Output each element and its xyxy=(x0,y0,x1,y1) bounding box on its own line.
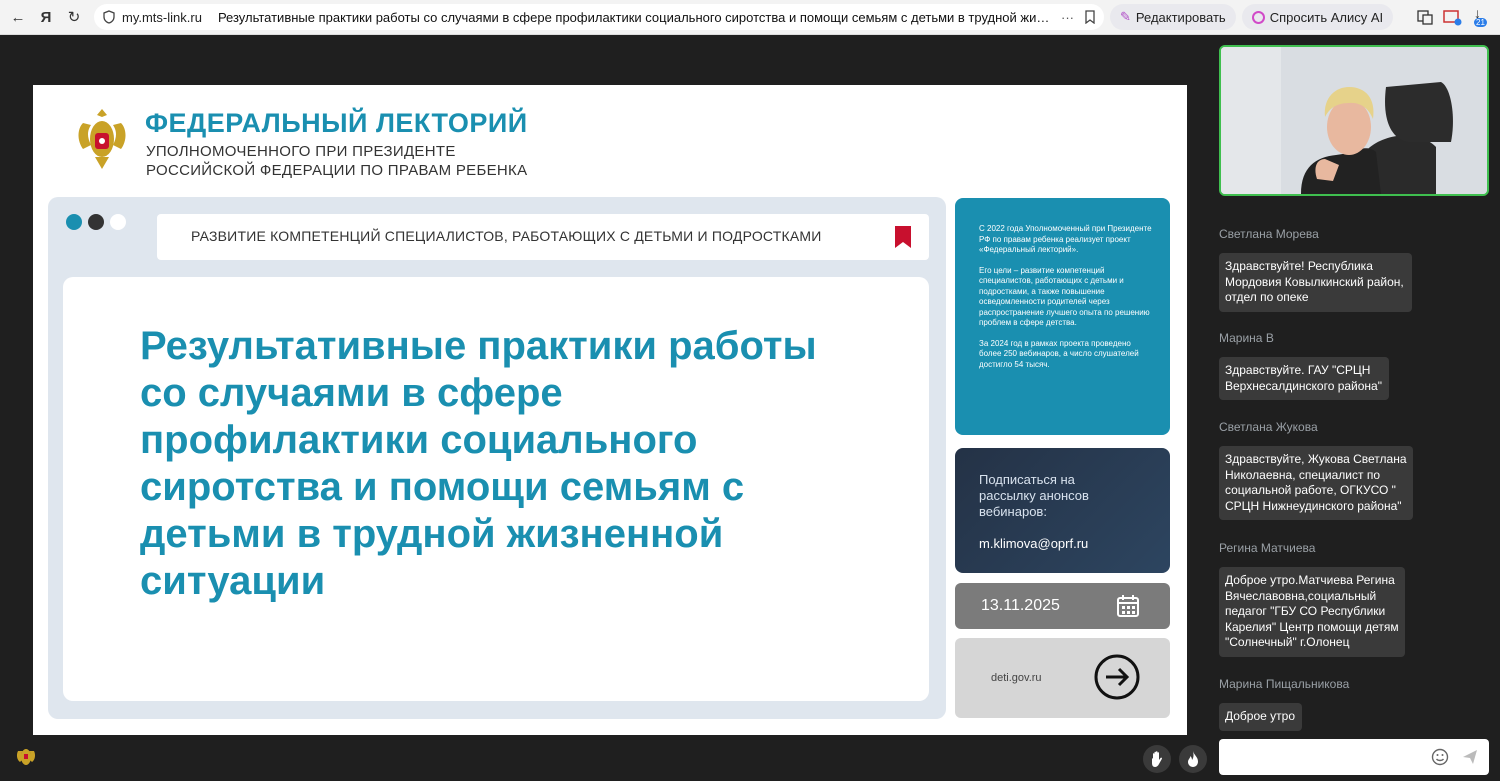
brand-title: ФЕДЕРАЛЬНЫЙ ЛЕКТОРИЙ xyxy=(145,108,528,138)
edit-button[interactable]: ✎ Редактировать xyxy=(1110,4,1236,30)
info-paragraph-2: Его цели – развитие компетенций специали… xyxy=(979,265,1150,328)
brand-subtitle-line-1: УПОЛНОМОЧЕННОГО ПРИ ПРЕЗИДЕНТЕ xyxy=(146,143,456,160)
bookmark-outline-icon[interactable] xyxy=(1084,10,1096,24)
downloads-button[interactable]: ↓ 21 xyxy=(1470,5,1490,29)
page-title: Результативные практики работы со случая… xyxy=(217,9,1051,25)
edit-label: Редактировать xyxy=(1135,9,1226,25)
ask-alice-button[interactable]: Спросить Алису AI xyxy=(1241,4,1394,30)
topic-bar: РАЗВИТИЕ КОМПЕТЕНЦИЙ СПЕЦИАЛИСТОВ, РАБОТ… xyxy=(157,214,929,260)
shield-icon xyxy=(103,10,115,24)
bookmark-icon xyxy=(895,226,911,248)
chat-message: Доброе утро.Матчиева Регина Вячеславовна… xyxy=(1219,567,1405,657)
topic-text: РАЗВИТИЕ КОМПЕТЕНЦИЙ СПЕЦИАЛИСТОВ, РАБОТ… xyxy=(191,228,822,244)
url-domain: my.mts-link.ru xyxy=(122,9,202,25)
chat-message: Здравствуйте, Жукова Светлана Николаевна… xyxy=(1219,446,1413,520)
chat-message: Доброе утро xyxy=(1219,703,1302,731)
chat-author: Светлана Морева xyxy=(1219,227,1319,241)
coat-of-arms-icon xyxy=(78,109,126,169)
blue-dot xyxy=(66,214,82,230)
site-card: deti.gov.ru xyxy=(955,638,1170,718)
slide-headline: Результативные практики работы со случая… xyxy=(140,324,817,603)
reload-icon[interactable]: ↻ xyxy=(60,3,88,31)
subscribe-text: Подписаться на рассылку анонсов вебинаро… xyxy=(979,472,1089,519)
site-text: deti.gov.ru xyxy=(991,672,1042,684)
brand-subtitle-line-2: РОССИЙСКОЙ ФЕДЕРАЦИИ ПО ПРАВАМ РЕБЕНКА xyxy=(146,162,528,179)
reactions-button[interactable] xyxy=(1179,745,1207,773)
chat-author: Светлана Жукова xyxy=(1219,420,1318,434)
browser-toolbar: ← Я ↻ my.mts-link.ru Результативные прак… xyxy=(0,0,1500,35)
brand-subtitle: УПОЛНОМОЧЕННОГО ПРИ ПРЕЗИДЕНТЕ РОССИЙСКО… xyxy=(146,142,527,180)
speaker-video-frame xyxy=(1221,47,1487,194)
date-card: 13.11.2025 xyxy=(955,583,1170,629)
content-card: Результативные практики работы со случая… xyxy=(63,277,929,701)
address-bar[interactable]: my.mts-link.ru Результативные практики р… xyxy=(94,4,1104,30)
arrow-right-circle-icon xyxy=(1094,654,1140,700)
more-icon[interactable]: ··· xyxy=(1061,10,1074,25)
chat-author: Регина Матчиева xyxy=(1219,541,1316,555)
alice-icon xyxy=(1251,10,1265,24)
dark-dot xyxy=(88,214,104,230)
emoji-icon[interactable] xyxy=(1431,748,1449,766)
chat-message: Здравствуйте! Республика Мордовия Ковылк… xyxy=(1219,253,1412,312)
info-card: С 2022 года Уполномоченный при Президент… xyxy=(955,198,1170,435)
speaker-video[interactable] xyxy=(1219,45,1489,196)
pencil-icon: ✎ xyxy=(1120,9,1131,24)
fire-icon xyxy=(1188,751,1198,767)
alice-label: Спросить Алису AI xyxy=(1269,9,1384,25)
emblem-icon xyxy=(16,749,36,765)
yandex-icon[interactable]: Я xyxy=(32,3,60,31)
date-text: 13.11.2025 xyxy=(981,597,1060,614)
chat-message: Здравствуйте. ГАУ "СРЦН Верхнесалдинског… xyxy=(1219,357,1389,400)
chat-author: Марина Пищальникова xyxy=(1219,677,1350,691)
subscribe-card: Подписаться на рассылку анонсов вебинаро… xyxy=(955,448,1170,573)
info-paragraph-1: С 2022 года Уполномоченный при Президент… xyxy=(979,224,1152,254)
mail-icon[interactable] xyxy=(1442,8,1462,26)
raise-hand-button[interactable] xyxy=(1143,745,1171,773)
send-icon[interactable] xyxy=(1461,748,1479,766)
hand-icon xyxy=(1152,751,1162,767)
calendar-icon xyxy=(1117,595,1139,617)
chat-input[interactable] xyxy=(1219,739,1489,775)
info-paragraph-3: За 2024 год в рамках проекта проведено б… xyxy=(979,338,1139,369)
presentation-slide: ФЕДЕРАЛЬНЫЙ ЛЕКТОРИЙ УПОЛНОМОЧЕННОГО ПРИ… xyxy=(33,85,1187,735)
back-icon[interactable]: ← xyxy=(4,3,32,31)
main-panel: РАЗВИТИЕ КОМПЕТЕНЦИЙ СПЕЦИАЛИСТОВ, РАБОТ… xyxy=(48,197,946,719)
subscribe-email: m.klimova@oprf.ru xyxy=(979,536,1089,551)
downloads-badge: 21 xyxy=(1474,18,1487,27)
translate-icon[interactable] xyxy=(1416,8,1434,26)
white-dot xyxy=(110,214,126,230)
chat-author: Марина В xyxy=(1219,331,1274,345)
